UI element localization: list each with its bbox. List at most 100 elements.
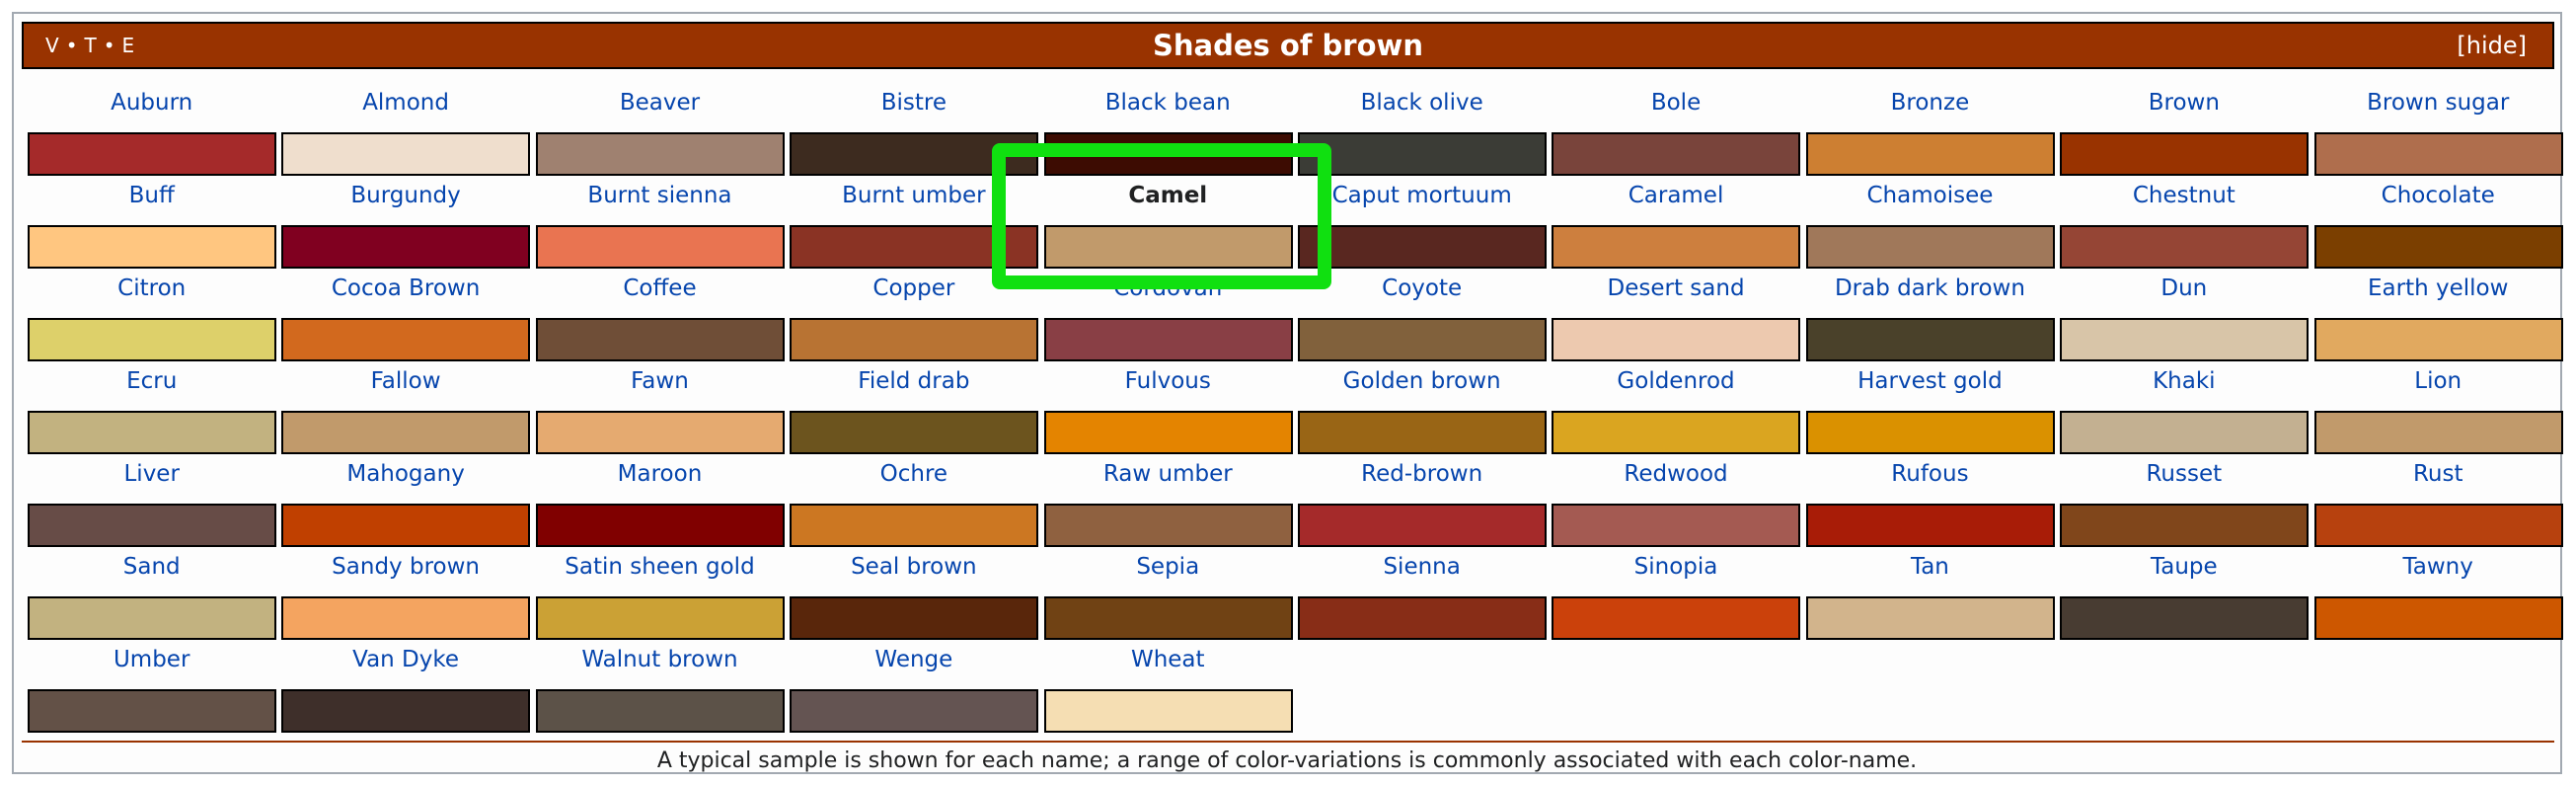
color-name-link[interactable]: Ochre <box>787 461 1040 487</box>
color-name-link[interactable]: Fulvous <box>1041 368 1295 394</box>
color-name-link[interactable]: Chestnut <box>2057 183 2311 208</box>
color-name-link[interactable]: Sepia <box>1041 554 1295 580</box>
color-swatch <box>1552 225 1801 269</box>
color-swatch <box>2313 132 2563 176</box>
color-name-link[interactable]: Sandy brown <box>278 554 532 580</box>
color-name-link[interactable]: Brown <box>2057 90 2311 116</box>
color-item-beaver: Beaver <box>533 79 787 176</box>
color-name-link[interactable]: Fallow <box>278 368 532 394</box>
color-name-link[interactable]: Caramel <box>1549 183 1802 208</box>
color-item-desert-sand: Desert sand <box>1549 265 1802 361</box>
color-name-link[interactable]: Sand <box>25 554 278 580</box>
color-name-link[interactable]: Fawn <box>533 368 787 394</box>
color-name-link[interactable]: Cocoa Brown <box>278 275 532 301</box>
color-name-link[interactable]: Bole <box>1549 90 1802 116</box>
color-item-bole: Bole <box>1549 79 1802 176</box>
color-name-link[interactable]: Earth yellow <box>2311 275 2565 301</box>
color-item-goldenrod: Goldenrod <box>1549 357 1802 454</box>
color-name-link[interactable]: Burnt sienna <box>533 183 787 208</box>
color-swatch <box>535 596 785 640</box>
color-name-link[interactable]: Golden brown <box>1295 368 1549 394</box>
color-name-link[interactable]: Beaver <box>533 90 787 116</box>
color-name-link[interactable]: Tan <box>1803 554 2057 580</box>
color-name-link[interactable]: Khaki <box>2057 368 2311 394</box>
color-name-link[interactable]: Ecru <box>25 368 278 394</box>
color-item-cordovan: Cordovan <box>1041 265 1295 361</box>
color-name-link[interactable]: Field drab <box>787 368 1040 394</box>
color-name-link[interactable]: Brown sugar <box>2311 90 2565 116</box>
color-swatch <box>28 411 276 454</box>
color-name-link[interactable]: Copper <box>787 275 1040 301</box>
color-name-link[interactable]: Coyote <box>1295 275 1549 301</box>
color-name-link[interactable]: Russet <box>2057 461 2311 487</box>
color-name-link[interactable]: Mahogany <box>278 461 532 487</box>
color-name-link[interactable]: Satin sheen gold <box>533 554 787 580</box>
color-name-link[interactable]: Bronze <box>1803 90 2057 116</box>
color-name-link[interactable]: Sinopia <box>1549 554 1802 580</box>
color-item-chestnut: Chestnut <box>2057 172 2311 269</box>
color-item-copper: Copper <box>787 265 1040 361</box>
hide-toggle-link[interactable]: [hide] <box>2457 24 2527 67</box>
color-name-link[interactable]: Buff <box>25 183 278 208</box>
color-name-link[interactable]: Caput mortuum <box>1295 183 1549 208</box>
color-item-mahogany: Mahogany <box>278 450 532 547</box>
color-name-link[interactable]: Black bean <box>1041 90 1295 116</box>
color-swatch <box>2060 411 2310 454</box>
color-name-link[interactable]: Wheat <box>1041 647 1295 672</box>
color-swatch <box>790 689 1039 733</box>
color-item-field-drab: Field drab <box>787 357 1040 454</box>
color-name-link[interactable]: Red-brown <box>1295 461 1549 487</box>
color-name-link[interactable]: Burnt umber <box>787 183 1040 208</box>
color-item-wenge: Wenge <box>787 636 1040 733</box>
navbox-title-bar: V • T • E Shades of brown [hide] <box>22 22 2554 69</box>
color-name-link[interactable]: Sienna <box>1295 554 1549 580</box>
color-item-fallow: Fallow <box>278 357 532 454</box>
color-name-link[interactable]: Desert sand <box>1549 275 1802 301</box>
color-swatch <box>28 318 276 361</box>
color-name-link[interactable]: Auburn <box>25 90 278 116</box>
color-item-fawn: Fawn <box>533 357 787 454</box>
color-name-link[interactable]: Redwood <box>1549 461 1802 487</box>
color-name-link[interactable]: Walnut brown <box>533 647 787 672</box>
color-name-link[interactable]: Tawny <box>2311 554 2565 580</box>
color-swatch <box>790 504 1039 547</box>
color-swatch <box>1552 132 1801 176</box>
color-name-link[interactable]: Liver <box>25 461 278 487</box>
color-name-link[interactable]: Seal brown <box>787 554 1040 580</box>
color-name-link[interactable]: Black olive <box>1295 90 1549 116</box>
color-swatch-grid: Auburn Almond Beaver Bistre Black bean Black … <box>25 79 2565 733</box>
color-name-link[interactable]: Rufous <box>1803 461 2057 487</box>
color-name-link[interactable]: Dun <box>2057 275 2311 301</box>
color-item-sepia: Sepia <box>1041 543 1295 640</box>
color-item-harvest-gold: Harvest gold <box>1803 357 2057 454</box>
color-name-link[interactable]: Van Dyke <box>278 647 532 672</box>
color-name-link[interactable]: Lion <box>2311 368 2565 394</box>
color-name-link[interactable]: Chocolate <box>2311 183 2565 208</box>
color-name-link[interactable]: Burgundy <box>278 183 532 208</box>
color-swatch <box>281 132 531 176</box>
color-swatch <box>281 504 531 547</box>
color-name-link[interactable]: Wenge <box>787 647 1040 672</box>
color-name-link[interactable]: Bistre <box>787 90 1040 116</box>
color-item-camel: Camel <box>1041 172 1295 269</box>
color-name-link[interactable]: Raw umber <box>1041 461 1295 487</box>
color-name-link[interactable]: Almond <box>278 90 532 116</box>
color-name-link[interactable]: Harvest gold <box>1803 368 2057 394</box>
color-item-cocoa-brown: Cocoa Brown <box>278 265 532 361</box>
color-name-link[interactable]: Taupe <box>2057 554 2311 580</box>
color-name-link[interactable]: Drab dark brown <box>1803 275 2057 301</box>
color-name-link[interactable]: Coffee <box>533 275 787 301</box>
color-name-link[interactable]: Goldenrod <box>1549 368 1802 394</box>
color-item-wheat: Wheat <box>1041 636 1295 733</box>
color-name-link[interactable]: Cordovan <box>1041 275 1295 301</box>
color-item-sand: Sand <box>25 543 278 640</box>
color-name-link[interactable]: Rust <box>2311 461 2565 487</box>
color-swatch <box>281 411 531 454</box>
color-name-link[interactable]: Umber <box>25 647 278 672</box>
color-swatch <box>1805 504 2055 547</box>
color-name-link[interactable]: Citron <box>25 275 278 301</box>
color-name-link[interactable]: Chamoisee <box>1803 183 2057 208</box>
color-swatch <box>1297 596 1547 640</box>
color-item-brown: Brown <box>2057 79 2311 176</box>
color-name-link[interactable]: Maroon <box>533 461 787 487</box>
